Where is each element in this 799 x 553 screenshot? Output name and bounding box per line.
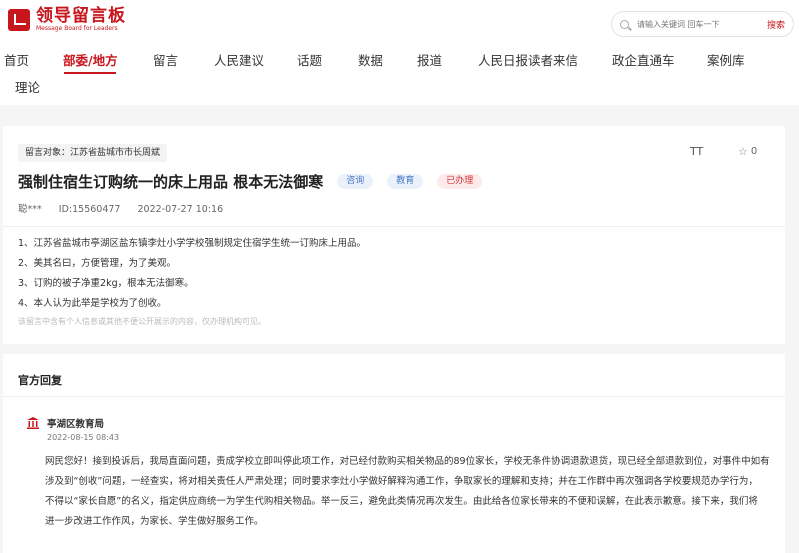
content-line: 1、江苏省盐城市亭湖区盐东镇李灶小学学校强制规定住宿学生统一订购床上用品。 [18, 238, 367, 249]
nav-item-business-direct[interactable]: 政企直通车 [612, 50, 675, 69]
message-author: 聪*** [18, 204, 42, 215]
favorite-button[interactable]: ☆ 0 [738, 145, 757, 158]
nav-item-reader-letters[interactable]: 人民日报读者来信 [478, 50, 578, 69]
nav-item-ministries-local[interactable]: 部委/地方 [63, 50, 118, 69]
reply-line: 网民您好！接到投诉后，我局直面问题，责成学校立即叫停此项工作，对已经付款购买相关… [45, 456, 770, 467]
nav-item-topics[interactable]: 话题 [297, 50, 322, 69]
search-input[interactable] [637, 19, 762, 29]
nav-active-indicator [64, 72, 116, 74]
privacy-disclaimer: 该留言中含有个人信息或其他不便公开展示的内容，仅办理机构可见。 [18, 317, 266, 326]
divider [3, 226, 785, 227]
message-title: 强制住宿生订购统一的床上用品 根本无法御寒 [18, 173, 324, 191]
content-line: 4、本人认为此举是学校为了创收。 [18, 298, 167, 309]
search-button[interactable]: 搜索 [767, 18, 785, 31]
nav-item-reports[interactable]: 报道 [417, 50, 442, 69]
official-reply-card: 官方回复 亭湖区教育局 2022-08-15 08:43 网民您好！接到投诉后，… [3, 354, 785, 553]
reply-datetime: 2022-08-15 08:43 [47, 433, 120, 442]
message-title-row: 强制住宿生订购统一的床上用品 根本无法御寒 咨询 教育 已办理 [18, 171, 483, 192]
divider [3, 396, 785, 397]
reply-organization: 亭湖区教育局 [47, 419, 105, 430]
reply-content: 网民您好！接到投诉后，我局直面问题，责成学校立即叫停此项工作，对已经付款购买相关… [45, 452, 780, 532]
message-card: 留言对象：江苏省盐城市市长周斌 TT ☆ 0 强制住宿生订购统一的床上用品 根本… [3, 126, 785, 344]
message-meta: 聪*** ID:15560477 2022-07-27 10:16 [18, 201, 237, 215]
status-badge: 已办理 [437, 174, 483, 189]
content-line: 2、美其名曰，方便管理，为了美观。 [18, 258, 177, 269]
nav-item-data[interactable]: 数据 [358, 50, 383, 69]
favorite-count: 0 [750, 146, 758, 157]
nav-item-case-library[interactable]: 案例库 [707, 50, 745, 69]
tag-consult: 咨询 [337, 174, 374, 189]
nav-item-messages[interactable]: 留言 [153, 50, 178, 69]
institution-icon [27, 417, 39, 429]
site-header: 领导留言板 Message Board for Leaders 搜索 首页 部委… [0, 0, 799, 105]
message-id: ID:15560477 [58, 204, 121, 215]
nav-item-home[interactable]: 首页 [4, 50, 29, 69]
reply-line: 不得以“家长自愿”的名义，指定供应商统一为学生代购相关物品。举一反三，避免此类情… [45, 496, 758, 507]
font-size-icon[interactable]: TT [690, 145, 703, 158]
message-content: 1、江苏省盐城市亭湖区盐东镇李灶小学学校强制规定住宿学生统一订购床上用品。 2、… [18, 234, 768, 314]
site-logo[interactable]: 领导留言板 Message Board for Leaders [8, 7, 126, 33]
logo-subtitle: Message Board for Leaders [36, 25, 118, 32]
search-box: 搜索 [611, 11, 794, 37]
reply-heading: 官方回复 [18, 374, 62, 387]
tag-education: 教育 [387, 174, 424, 189]
reply-line: 涉及到“创收”问题，一经查实，将对相关责任人严肃处理；同时要求李灶小学做好解释沟… [45, 476, 758, 487]
nav-item-suggestions[interactable]: 人民建议 [214, 50, 264, 69]
star-icon: ☆ [738, 145, 748, 158]
logo-title: 领导留言板 [36, 6, 126, 26]
reply-line: 进一步改进工作作风，为家长、学生做好服务工作。 [45, 516, 264, 527]
content-line: 3、订购的被子净重2kg，根本无法御寒。 [18, 278, 194, 289]
nav-item-theory[interactable]: 理论 [15, 77, 40, 96]
message-datetime: 2022-07-27 10:16 [137, 204, 224, 215]
search-icon [620, 19, 629, 29]
logo-icon [8, 9, 30, 31]
message-target[interactable]: 留言对象：江苏省盐城市市长周斌 [18, 144, 168, 162]
